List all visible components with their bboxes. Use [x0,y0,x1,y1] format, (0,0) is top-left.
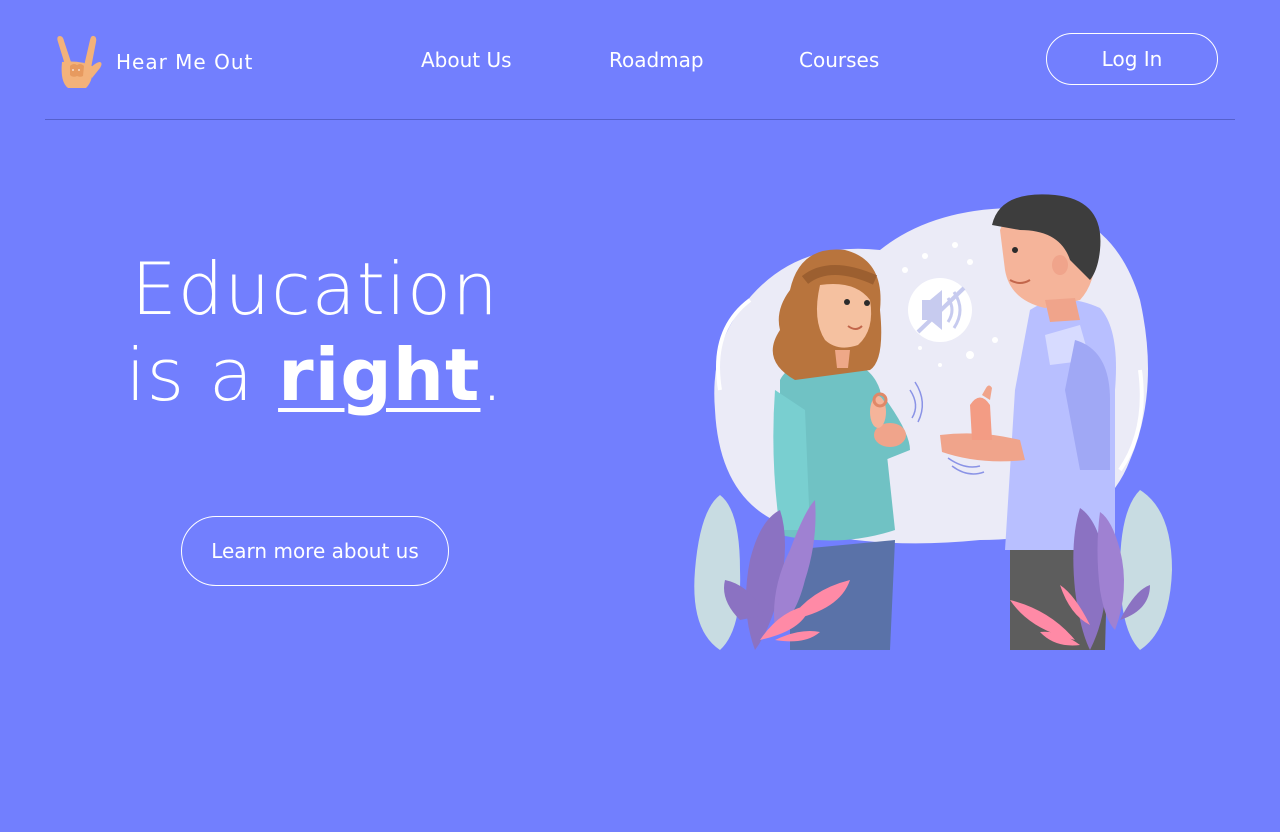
brand-name[interactable]: Hear Me Out [116,50,253,74]
headline-line-2: is a right. [95,332,535,418]
headline-line-1: Education [131,247,499,331]
nav-about-us[interactable]: About Us [421,48,512,72]
login-button[interactable]: Log In [1046,33,1218,85]
hero-headline: Education is a right. [95,246,535,418]
headline-suffix: . [480,333,505,417]
two-people-sign-language-illustration [694,194,1172,650]
learn-more-button[interactable]: Learn more about us [181,516,449,586]
header-divider [45,119,1235,120]
headline-emphasis: right [278,333,481,417]
nav-courses[interactable]: Courses [799,48,879,72]
nav-roadmap[interactable]: Roadmap [609,48,704,72]
headline-prefix: is a [125,333,279,417]
landing-page: Hear Me Out About Us Roadmap Courses Log… [0,0,1280,832]
sign-language-hand-icon[interactable] [50,32,102,90]
